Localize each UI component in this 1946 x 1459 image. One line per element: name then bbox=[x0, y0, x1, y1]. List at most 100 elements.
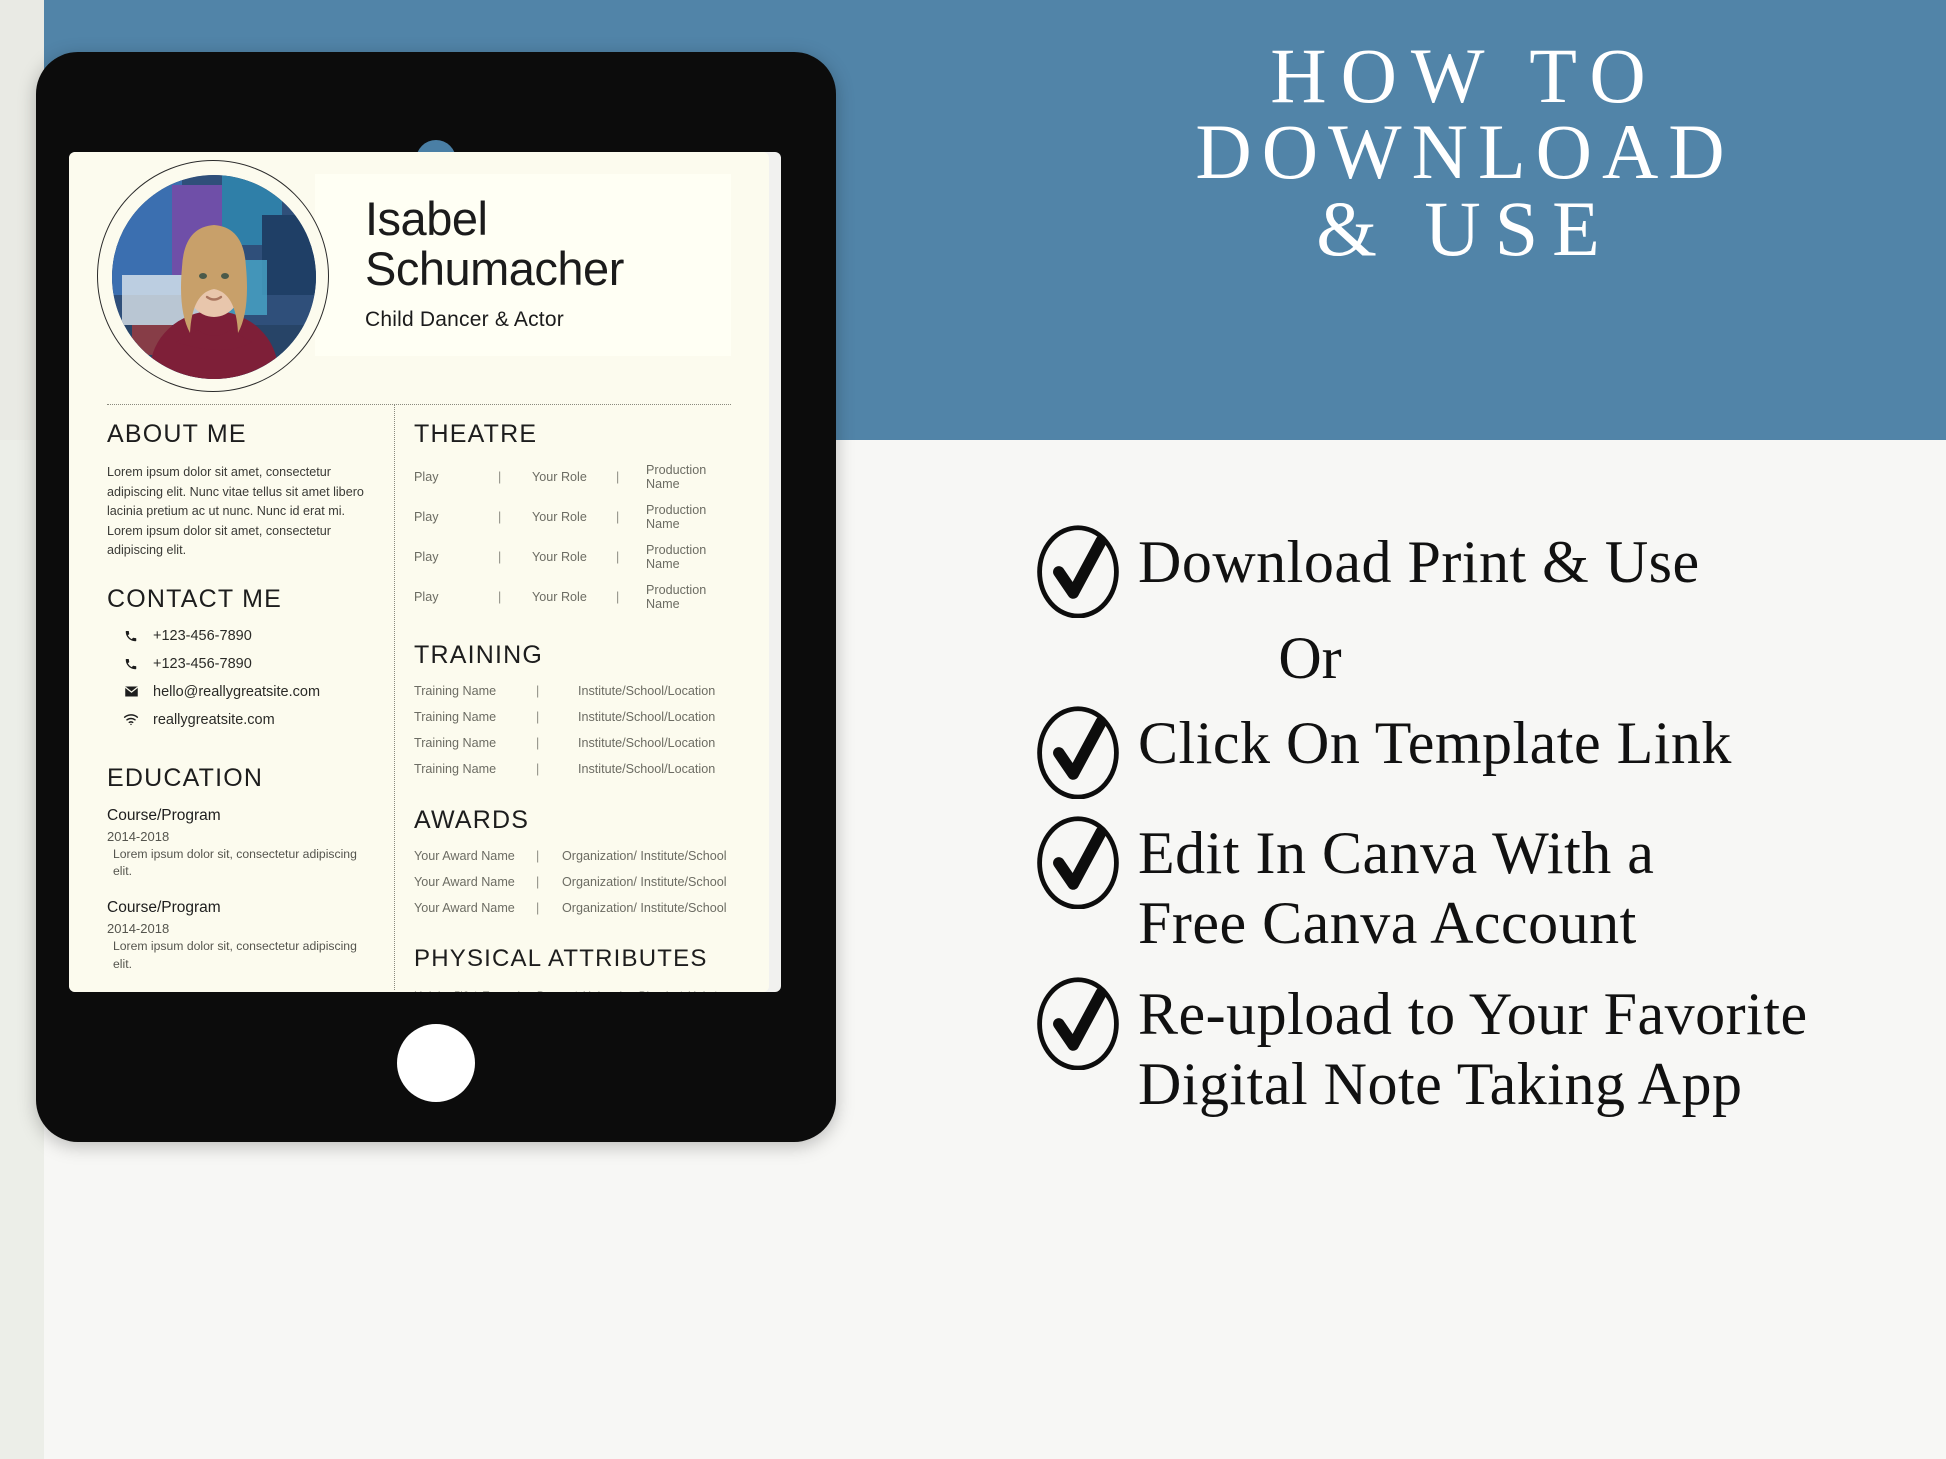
website-url: reallygreatsite.com bbox=[153, 711, 275, 728]
contact-row-phone-1[interactable]: +123-456-7890 bbox=[107, 628, 369, 644]
education-heading: EDUCATION bbox=[107, 763, 264, 792]
separator: | bbox=[536, 736, 540, 750]
separator: | bbox=[536, 710, 540, 724]
avatar-ring bbox=[97, 160, 329, 392]
separator: | bbox=[536, 684, 540, 698]
check-circle-icon bbox=[1030, 974, 1126, 1071]
separator: | bbox=[616, 510, 620, 524]
training-name: Training Name bbox=[414, 762, 497, 776]
award-name: Your Award Name bbox=[414, 875, 515, 889]
first-name: Isabel bbox=[365, 192, 488, 245]
resume-header: Isabel Schumacher Child Dancer & Actor bbox=[69, 152, 769, 402]
last-name: Schumacher bbox=[365, 241, 624, 295]
checklist-item: Click On Template Link bbox=[1030, 701, 1940, 800]
phone-number: +123-456-7890 bbox=[153, 655, 252, 672]
physical-attributes-list: Height: 5'6|Eye color: Brown|Hair color:… bbox=[414, 987, 732, 992]
resume-document: Isabel Schumacher Child Dancer & Actor A… bbox=[69, 152, 769, 992]
theatre-role: Your Role bbox=[532, 590, 587, 604]
award-name: Your Award Name bbox=[414, 849, 515, 863]
separator: | bbox=[536, 849, 540, 863]
job-title: Child Dancer & Actor bbox=[365, 307, 564, 331]
separator: | bbox=[498, 470, 502, 484]
training-name: Training Name bbox=[414, 710, 497, 724]
email-address: hello@reallygreatsite.com bbox=[153, 683, 321, 700]
poster-title-line-2: DOWNLOAD bbox=[1195, 108, 1735, 196]
training-name: Training Name bbox=[414, 736, 497, 750]
award-row: Your Award Name | Organization/ Institut… bbox=[414, 849, 732, 863]
check-circle-icon bbox=[1030, 522, 1126, 619]
award-row: Your Award Name | Organization/ Institut… bbox=[414, 901, 732, 915]
physical-attributes-line-1: Height: 5'6|Eye color: Brown|Hair color:… bbox=[414, 987, 732, 992]
theatre-production: Production Name bbox=[646, 503, 707, 531]
separator: | bbox=[616, 590, 620, 604]
separator: | bbox=[498, 590, 502, 604]
education-item: Course/Program 2014-2018 Lorem ipsum dol… bbox=[107, 899, 369, 973]
phone-number: +123-456-7890 bbox=[153, 627, 252, 644]
separator: | bbox=[616, 470, 620, 484]
separator: | bbox=[536, 901, 540, 915]
resume-right-column: THEATRE Play | Your Role | Production Na… bbox=[414, 420, 732, 992]
attr-hair: Hair bbox=[688, 990, 709, 992]
home-button[interactable] bbox=[397, 1024, 475, 1102]
phone-icon bbox=[121, 628, 141, 644]
contact-row-email[interactable]: hello@reallygreatsite.com bbox=[107, 684, 369, 700]
training-name: Training Name bbox=[414, 684, 497, 698]
theatre-role: Your Role bbox=[532, 550, 587, 564]
tablet-device: Isabel Schumacher Child Dancer & Actor A… bbox=[36, 52, 836, 1142]
education-years: 2014-2018 bbox=[107, 828, 170, 844]
contact-row-phone-2[interactable]: +123-456-7890 bbox=[107, 656, 369, 672]
education-item: Course/Program 2014-2018 Lorem ipsum dol… bbox=[107, 807, 369, 881]
training-place: Institute/School/Location bbox=[578, 710, 716, 724]
instruction-checklist: Download Print & Use Or Click On Templat… bbox=[1030, 520, 1940, 1125]
theatre-production: Production Name bbox=[646, 583, 707, 611]
award-row: Your Award Name | Organization/ Institut… bbox=[414, 875, 732, 889]
education-course: Course/Program bbox=[107, 898, 221, 916]
poster-title-line-1: HOW TO bbox=[1270, 32, 1660, 119]
theatre-play: Play bbox=[414, 550, 439, 564]
theatre-row: Play | Your Role | Production Name bbox=[414, 503, 732, 531]
contact-list: +123-456-7890 +123-456-7890 hello@really… bbox=[107, 628, 369, 728]
education-years: 2014-2018 bbox=[107, 920, 170, 936]
training-row: Training Name | Institute/School/Locatio… bbox=[414, 710, 732, 724]
theatre-play: Play bbox=[414, 470, 439, 484]
avatar bbox=[112, 175, 316, 379]
about-me-heading: ABOUT ME bbox=[107, 420, 247, 448]
theatre-row: Play | Your Role | Production Name bbox=[414, 583, 732, 611]
education-description: Lorem ipsum dolor sit, consectetur adipi… bbox=[113, 938, 357, 971]
poster-title: HOW TO DOWNLOAD & USE bbox=[1000, 32, 1930, 272]
separator: | bbox=[536, 875, 540, 889]
training-place: Institute/School/Location bbox=[578, 736, 716, 750]
theatre-role: Your Role bbox=[532, 510, 587, 524]
wifi-icon bbox=[121, 712, 141, 728]
theatre-heading: THEATRE bbox=[414, 420, 538, 448]
theatre-play: Play bbox=[414, 510, 439, 524]
training-row: Training Name | Institute/School/Locatio… bbox=[414, 762, 732, 776]
name-block: Isabel Schumacher Child Dancer & Actor bbox=[365, 194, 725, 332]
theatre-row: Play | Your Role | Production Name bbox=[414, 463, 732, 491]
checklist-item-label: Edit In Canva With a Free Canva Account bbox=[1138, 820, 1655, 956]
horizontal-divider bbox=[107, 404, 731, 405]
poster-title-line-3: & USE bbox=[1316, 184, 1614, 272]
checklist-item: Re-upload to Your Favorite Digital Note … bbox=[1030, 972, 1940, 1119]
envelope-icon bbox=[121, 684, 141, 700]
award-organization: Organization/ Institute/School bbox=[562, 849, 727, 863]
theatre-production: Production Name bbox=[646, 463, 707, 491]
checklist-item: Download Print & Use bbox=[1030, 520, 1940, 619]
theatre-play: Play bbox=[414, 590, 439, 604]
physical-attributes-heading: PHYSICAL ATTRIBUTES bbox=[414, 945, 708, 972]
vertical-divider bbox=[394, 405, 395, 990]
contact-row-website[interactable]: reallygreatsite.com bbox=[107, 712, 369, 728]
attr-height: Height: 5'6 bbox=[414, 990, 469, 992]
education-course: Course/Program bbox=[107, 806, 221, 824]
check-circle-icon bbox=[1030, 703, 1126, 800]
or-label: Or bbox=[1278, 625, 1342, 691]
separator: | bbox=[498, 550, 502, 564]
separator: | bbox=[616, 550, 620, 564]
theatre-production: Production Name bbox=[646, 543, 707, 571]
training-row: Training Name | Institute/School/Locatio… bbox=[414, 736, 732, 750]
check-circle-icon bbox=[1030, 813, 1126, 910]
tablet-screen: Isabel Schumacher Child Dancer & Actor A… bbox=[69, 152, 781, 992]
contact-me-heading: CONTACT ME bbox=[107, 584, 282, 613]
education-description: Lorem ipsum dolor sit, consectetur adipi… bbox=[113, 846, 357, 879]
training-place: Institute/School/Location bbox=[578, 684, 716, 698]
